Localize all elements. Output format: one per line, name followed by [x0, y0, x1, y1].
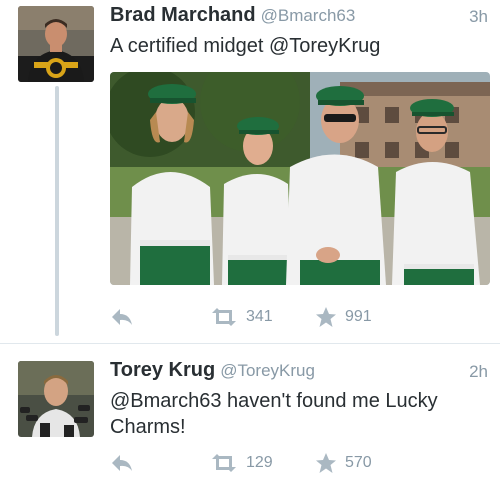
tweet-actions: 341 991: [110, 304, 488, 330]
player-interview-avatar-image: [18, 361, 94, 437]
tweet-header: Brad Marchand @Bmarch63 3h: [110, 4, 488, 30]
reply-icon: [112, 309, 132, 325]
tweet-torey-krug[interactable]: Torey Krug @ToreyKrug 2h @Bmarch63 haven'…: [0, 355, 500, 490]
tweet-brad-marchand[interactable]: Brad Marchand @Bmarch63 3h A certified mi…: [0, 0, 500, 345]
tweet-photo[interactable]: [110, 72, 490, 285]
star-icon: [316, 307, 336, 327]
tweet-text: A certified midget @ToreyKrug: [110, 35, 381, 57]
user-handle[interactable]: @ToreyKrug: [220, 361, 315, 380]
timestamp[interactable]: 3h: [469, 7, 488, 27]
tweet-header: Torey Krug @ToreyKrug 2h: [110, 359, 488, 385]
hockey-player-avatar-image: [18, 6, 94, 82]
user-handle[interactable]: @Bmarch63: [261, 6, 356, 25]
display-name[interactable]: Brad Marchand: [110, 4, 256, 26]
tweet-actions: 129 570: [110, 450, 488, 476]
reply-button[interactable]: [110, 450, 134, 476]
tweet-text: @Bmarch63 haven't found me Lucky Charms!: [110, 390, 438, 438]
retweet-count: 129: [246, 454, 273, 471]
group-photo-image: [110, 72, 490, 285]
avatar[interactable]: [18, 6, 94, 82]
reply-icon: [112, 455, 132, 471]
star-icon: [316, 453, 336, 473]
retweet-icon: [212, 308, 236, 326]
timestamp[interactable]: 2h: [469, 362, 488, 382]
reply-button[interactable]: [110, 304, 134, 330]
retweet-button[interactable]: 341: [210, 304, 273, 330]
favorite-button[interactable]: 570: [315, 450, 372, 476]
favorite-button[interactable]: 991: [315, 304, 372, 330]
favorite-count: 570: [345, 454, 372, 471]
retweet-button[interactable]: 129: [210, 450, 273, 476]
favorite-count: 991: [345, 308, 372, 325]
retweet-icon: [212, 454, 236, 472]
display-name[interactable]: Torey Krug: [110, 359, 215, 381]
avatar[interactable]: [18, 361, 94, 437]
tweet-divider: [0, 343, 500, 344]
retweet-count: 341: [246, 308, 273, 325]
